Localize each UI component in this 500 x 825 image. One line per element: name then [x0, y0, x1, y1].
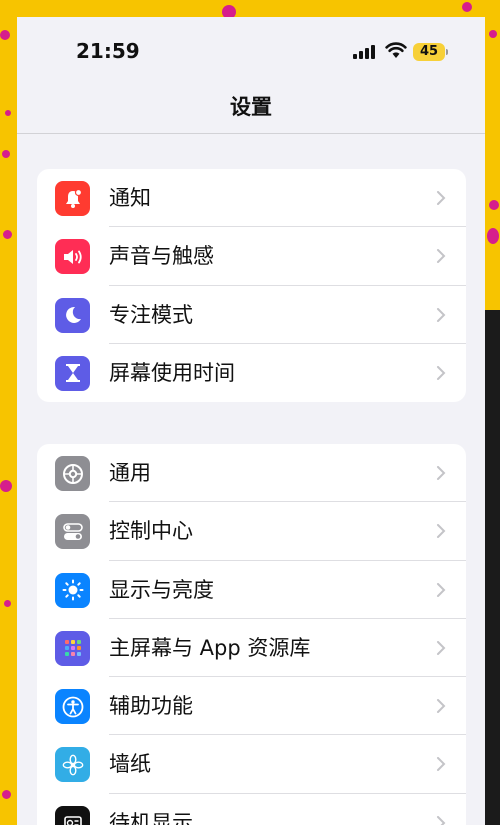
settings-row-display[interactable]: 显示与亮度 — [37, 561, 466, 619]
battery-tip — [446, 49, 448, 55]
background-dot — [489, 200, 499, 210]
settings-row-standby[interactable]: 待机显示 — [37, 794, 466, 825]
settings-row-label: 显示与亮度 — [109, 577, 214, 602]
settings-row-sounds[interactable]: 声音与触感 — [37, 227, 466, 286]
battery-icon: 45 — [413, 43, 445, 61]
hourglass-icon — [55, 355, 90, 391]
settings-row-home-screen[interactable]: 主屏幕与 App 资源库 — [37, 619, 466, 678]
chevron-right-icon — [437, 582, 446, 597]
flower-icon — [55, 747, 90, 783]
chevron-right-icon — [437, 307, 446, 322]
settings-row-label: 主屏幕与 App 资源库 — [109, 635, 311, 660]
settings-row-label: 屏幕使用时间 — [109, 360, 235, 385]
background-dot — [2, 790, 11, 799]
accessibility-icon — [55, 689, 90, 725]
page-title: 设置 — [230, 95, 272, 119]
settings-row-wallpaper[interactable]: 墙纸 — [37, 735, 466, 794]
settings-row-label: 待机显示 — [109, 810, 193, 825]
settings-row-notifications[interactable]: 通知 — [37, 169, 466, 228]
background-dot — [3, 230, 12, 239]
standby-icon — [55, 805, 90, 825]
cellular-signal-icon — [353, 44, 377, 59]
status-time: 21:59 — [76, 39, 140, 63]
settings-row-label: 辅助功能 — [109, 694, 193, 719]
background-dot — [5, 110, 11, 116]
settings-row-control-center[interactable]: 控制中心 — [37, 502, 466, 561]
settings-row-accessibility[interactable]: 辅助功能 — [37, 677, 466, 736]
background-dot — [2, 150, 10, 158]
chevron-right-icon — [437, 815, 446, 825]
chevron-right-icon — [437, 466, 446, 480]
chevron-right-icon — [437, 757, 446, 772]
settings-row-screen-time[interactable]: 屏幕使用时间 — [37, 344, 466, 402]
background-dot — [4, 600, 11, 607]
notification-bell-icon — [55, 181, 90, 216]
speaker-icon — [55, 239, 90, 275]
status-bar: 21:59 45 — [17, 17, 485, 87]
chevron-right-icon — [437, 365, 446, 380]
chevron-right-icon — [437, 524, 446, 539]
background-dot — [462, 2, 472, 12]
app-grid-icon — [55, 630, 90, 666]
background-dot — [0, 30, 10, 40]
sun-icon — [55, 572, 90, 608]
settings-group-1: 通知 声音与触感 专注模式 屏幕使用时间 — [37, 169, 466, 402]
settings-row-label: 墙纸 — [109, 752, 151, 777]
chevron-right-icon — [437, 191, 446, 205]
settings-group-2: 通用 控制中心 显示与亮度 主屏幕与 App 资源库 辅助功能 墙纸 待机显示 — [37, 444, 466, 825]
settings-row-label: 控制中心 — [109, 519, 193, 544]
settings-row-general[interactable]: 通用 — [37, 444, 466, 503]
chevron-right-icon — [437, 699, 446, 714]
nav-divider — [17, 133, 485, 134]
background-dot — [0, 480, 12, 492]
settings-row-label: 专注模式 — [109, 302, 193, 327]
gear-icon — [55, 456, 90, 491]
chevron-right-icon — [437, 640, 446, 655]
wifi-icon — [385, 42, 407, 58]
settings-row-focus[interactable]: 专注模式 — [37, 286, 466, 344]
background-dot — [489, 30, 497, 38]
chevron-right-icon — [437, 249, 446, 264]
settings-screen: 21:59 45 设置 通知 声音与触感 专注模式 屏幕使用时间 通用 控制中心… — [17, 17, 485, 825]
settings-row-label: 通用 — [109, 461, 151, 485]
moon-icon — [55, 297, 90, 333]
settings-row-label: 通知 — [109, 186, 151, 210]
toggle-switches-icon — [55, 514, 90, 550]
settings-row-label: 声音与触感 — [109, 244, 214, 269]
background-dot — [487, 228, 499, 244]
